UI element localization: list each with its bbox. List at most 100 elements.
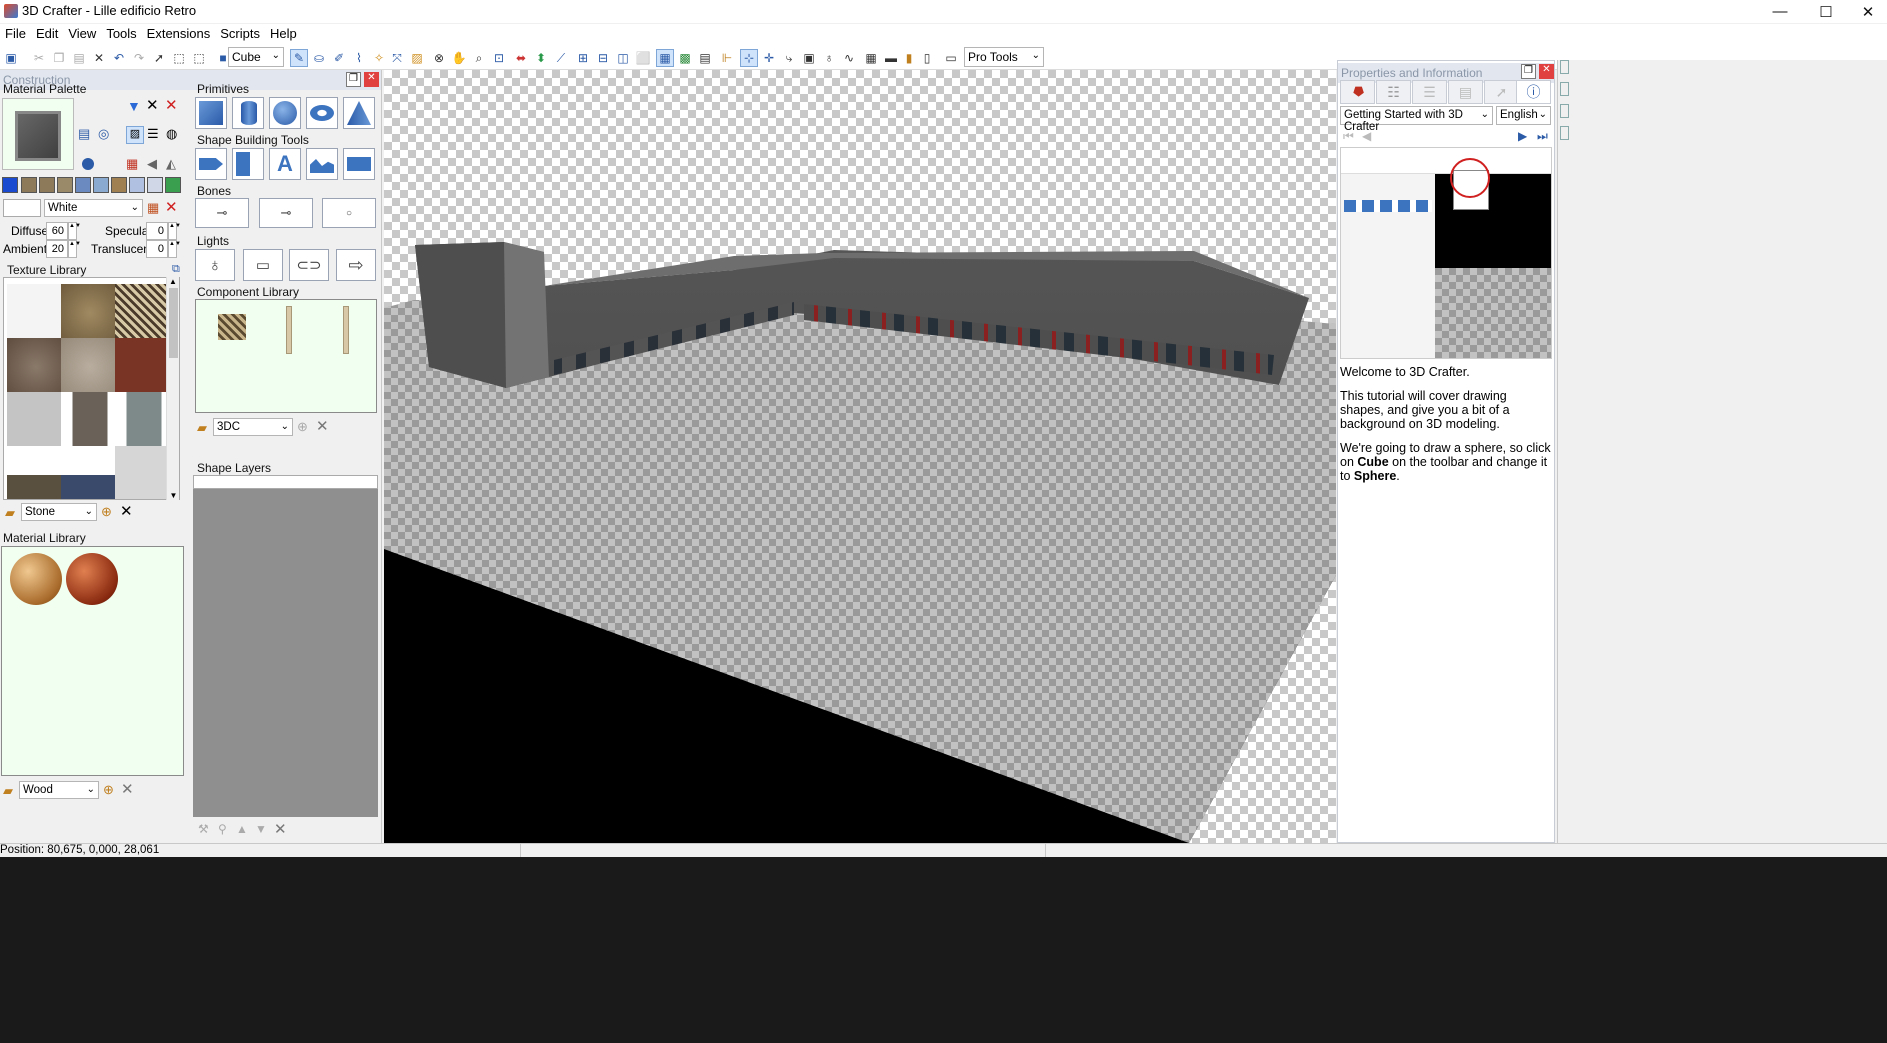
tab-pointer[interactable]: ➚ bbox=[1484, 80, 1519, 104]
path-icon[interactable]: ∿ bbox=[840, 49, 858, 67]
seat-icon[interactable]: ▯ bbox=[918, 49, 936, 67]
area-light-button[interactable]: ▭ bbox=[243, 249, 283, 281]
remove-icon[interactable]: ✕ bbox=[165, 96, 178, 114]
color-swatch[interactable] bbox=[3, 199, 41, 217]
pan-hand-icon[interactable]: ✋ bbox=[450, 49, 468, 67]
draw-tool-icon[interactable]: ✎ bbox=[290, 49, 308, 67]
map-layer-icon[interactable] bbox=[147, 177, 163, 193]
menu-help[interactable]: Help bbox=[265, 24, 302, 43]
texture-thumb[interactable] bbox=[115, 446, 173, 499]
tab-details[interactable]: ☰ bbox=[1412, 80, 1447, 104]
texture-library-scrollbar[interactable]: ▲ ▼ bbox=[166, 277, 179, 500]
terrain-tool-button[interactable] bbox=[306, 148, 338, 180]
ambient-stepper[interactable]: ▲▼ bbox=[68, 240, 81, 258]
joint-button[interactable]: ○ bbox=[322, 198, 376, 228]
tube-light-button[interactable]: ⊂⊃ bbox=[289, 249, 329, 281]
texture-thumb[interactable] bbox=[7, 338, 65, 396]
texture-delete-icon[interactable]: ✕ bbox=[120, 502, 133, 520]
3d-viewport[interactable] bbox=[384, 70, 1336, 843]
component-add-icon[interactable]: ⊕ bbox=[297, 419, 308, 435]
texture-thumb[interactable] bbox=[61, 338, 119, 396]
menu-extensions[interactable]: Extensions bbox=[142, 24, 216, 43]
layer-down-icon[interactable]: ▼ bbox=[255, 822, 267, 836]
bone-tool-icon[interactable]: ⤷ bbox=[780, 49, 798, 67]
select-arrow-icon[interactable]: ➚ bbox=[150, 49, 168, 67]
clear-icon[interactable]: ✕ bbox=[146, 96, 159, 114]
texture-add-icon[interactable]: ⊕ bbox=[101, 504, 112, 520]
menu-file[interactable]: File bbox=[0, 24, 31, 43]
render-mode-icon[interactable]: ▦ bbox=[656, 49, 674, 67]
axis-icon[interactable]: ✛ bbox=[760, 49, 778, 67]
map-flat-icon[interactable] bbox=[2, 177, 18, 193]
select-points-icon[interactable]: ⬚ bbox=[190, 49, 208, 67]
translucent-input[interactable]: 0 bbox=[146, 240, 168, 258]
first-page-icon[interactable]: ⏮ bbox=[1343, 129, 1354, 144]
text-tool-button[interactable]: A bbox=[269, 148, 301, 180]
tab-list[interactable]: ☷ bbox=[1376, 80, 1411, 104]
component-folder-icon[interactable]: ▰ bbox=[197, 420, 207, 436]
texture-category-select[interactable]: Stone ⌄ bbox=[21, 503, 97, 521]
side-tab-icon[interactable] bbox=[1560, 60, 1569, 74]
component-delete-icon[interactable]: ✕ bbox=[316, 417, 329, 435]
diffuse-stepper[interactable]: ▲▼ bbox=[68, 222, 81, 240]
component-thumb[interactable] bbox=[286, 306, 292, 354]
directional-light-button[interactable]: ⇨ bbox=[336, 249, 376, 281]
torus-primitive-button[interactable] bbox=[306, 97, 338, 129]
map-cylinder-icon[interactable] bbox=[57, 177, 73, 193]
snap-icon[interactable]: ⊹ bbox=[740, 49, 758, 67]
map-box-icon[interactable] bbox=[39, 177, 55, 193]
panel-close-icon[interactable]: ✕ bbox=[364, 72, 379, 87]
knife-icon[interactable]: ⟋ bbox=[552, 49, 570, 67]
stack-icon[interactable]: ☰ bbox=[147, 126, 159, 142]
texture-thumb[interactable] bbox=[115, 338, 173, 396]
tab-shape-properties[interactable]: ⯂ bbox=[1340, 80, 1375, 104]
cube-primitive-button[interactable] bbox=[195, 97, 227, 129]
sphere-primitive-button[interactable] bbox=[269, 97, 301, 129]
vertical-move-icon[interactable]: ⬍ bbox=[532, 49, 550, 67]
close-button[interactable]: ✕ bbox=[1849, 0, 1887, 23]
texture-thumb[interactable] bbox=[61, 284, 119, 342]
render-textured-icon[interactable]: ▩ bbox=[676, 49, 694, 67]
specular-input[interactable]: 0 bbox=[146, 222, 168, 240]
side-tab-icon[interactable] bbox=[1560, 104, 1569, 118]
view-box-icon[interactable]: ⬜ bbox=[634, 49, 652, 67]
extrude-tool-button[interactable] bbox=[195, 148, 227, 180]
map-sphere-icon[interactable] bbox=[93, 177, 109, 193]
wand-icon[interactable]: ✧ bbox=[370, 49, 388, 67]
cut-icon[interactable]: ✂ bbox=[30, 49, 48, 67]
color-name-select[interactable]: White ⌄ bbox=[44, 199, 143, 217]
layer-delete-icon[interactable]: ✕ bbox=[274, 820, 287, 838]
properties-float-icon[interactable]: ❐ bbox=[1521, 64, 1536, 79]
pipe-icon[interactable]: ⌇ bbox=[350, 49, 368, 67]
globe-icon[interactable]: ◎ bbox=[98, 126, 109, 142]
texture-mode-icon[interactable]: ▨ bbox=[126, 126, 144, 144]
map-tile-icon[interactable] bbox=[129, 177, 145, 193]
tab-scene[interactable]: ▤ bbox=[1448, 80, 1483, 104]
scale-icon[interactable]: ⤧ bbox=[388, 49, 406, 67]
tutorial-select[interactable]: Getting Started with 3D Crafter ⌄ bbox=[1340, 106, 1493, 133]
view-top-icon[interactable]: ⊟ bbox=[594, 49, 612, 67]
menu-tools[interactable]: Tools bbox=[101, 24, 141, 43]
bone-chain-button[interactable]: ⊸ bbox=[259, 198, 313, 228]
map-env-icon[interactable] bbox=[165, 177, 181, 193]
next-page-icon[interactable]: ▶ bbox=[1518, 129, 1527, 143]
menu-view[interactable]: View bbox=[63, 24, 101, 43]
material-delete-icon[interactable]: ✕ bbox=[121, 780, 134, 798]
tab-information[interactable]: ⓘ bbox=[1516, 80, 1551, 104]
texture-thumb[interactable] bbox=[61, 392, 119, 450]
arrow-left-icon[interactable]: ◀ bbox=[147, 156, 157, 172]
material-category-select[interactable]: Wood ⌄ bbox=[19, 781, 99, 799]
menu-edit[interactable]: Edit bbox=[31, 24, 63, 43]
panel-float-icon[interactable]: ❐ bbox=[346, 72, 361, 87]
triangle-icon[interactable]: ◭ bbox=[166, 156, 176, 172]
material-preview[interactable] bbox=[2, 98, 74, 170]
window-view-icon[interactable]: ▭ bbox=[942, 49, 960, 67]
material-folder-icon[interactable]: ▰ bbox=[3, 783, 13, 799]
texture-thumb[interactable] bbox=[61, 446, 119, 499]
texture-tool-icon[interactable]: ▨ bbox=[408, 49, 426, 67]
mode-select[interactable]: Pro Tools ⌄ bbox=[964, 47, 1044, 67]
layer-tools-icon[interactable]: ⚒ bbox=[198, 822, 209, 836]
menu-scripts[interactable]: Scripts bbox=[215, 24, 265, 43]
open-file-icon[interactable]: ▤ bbox=[78, 126, 90, 142]
material-add-icon[interactable]: ⊕ bbox=[103, 782, 114, 798]
